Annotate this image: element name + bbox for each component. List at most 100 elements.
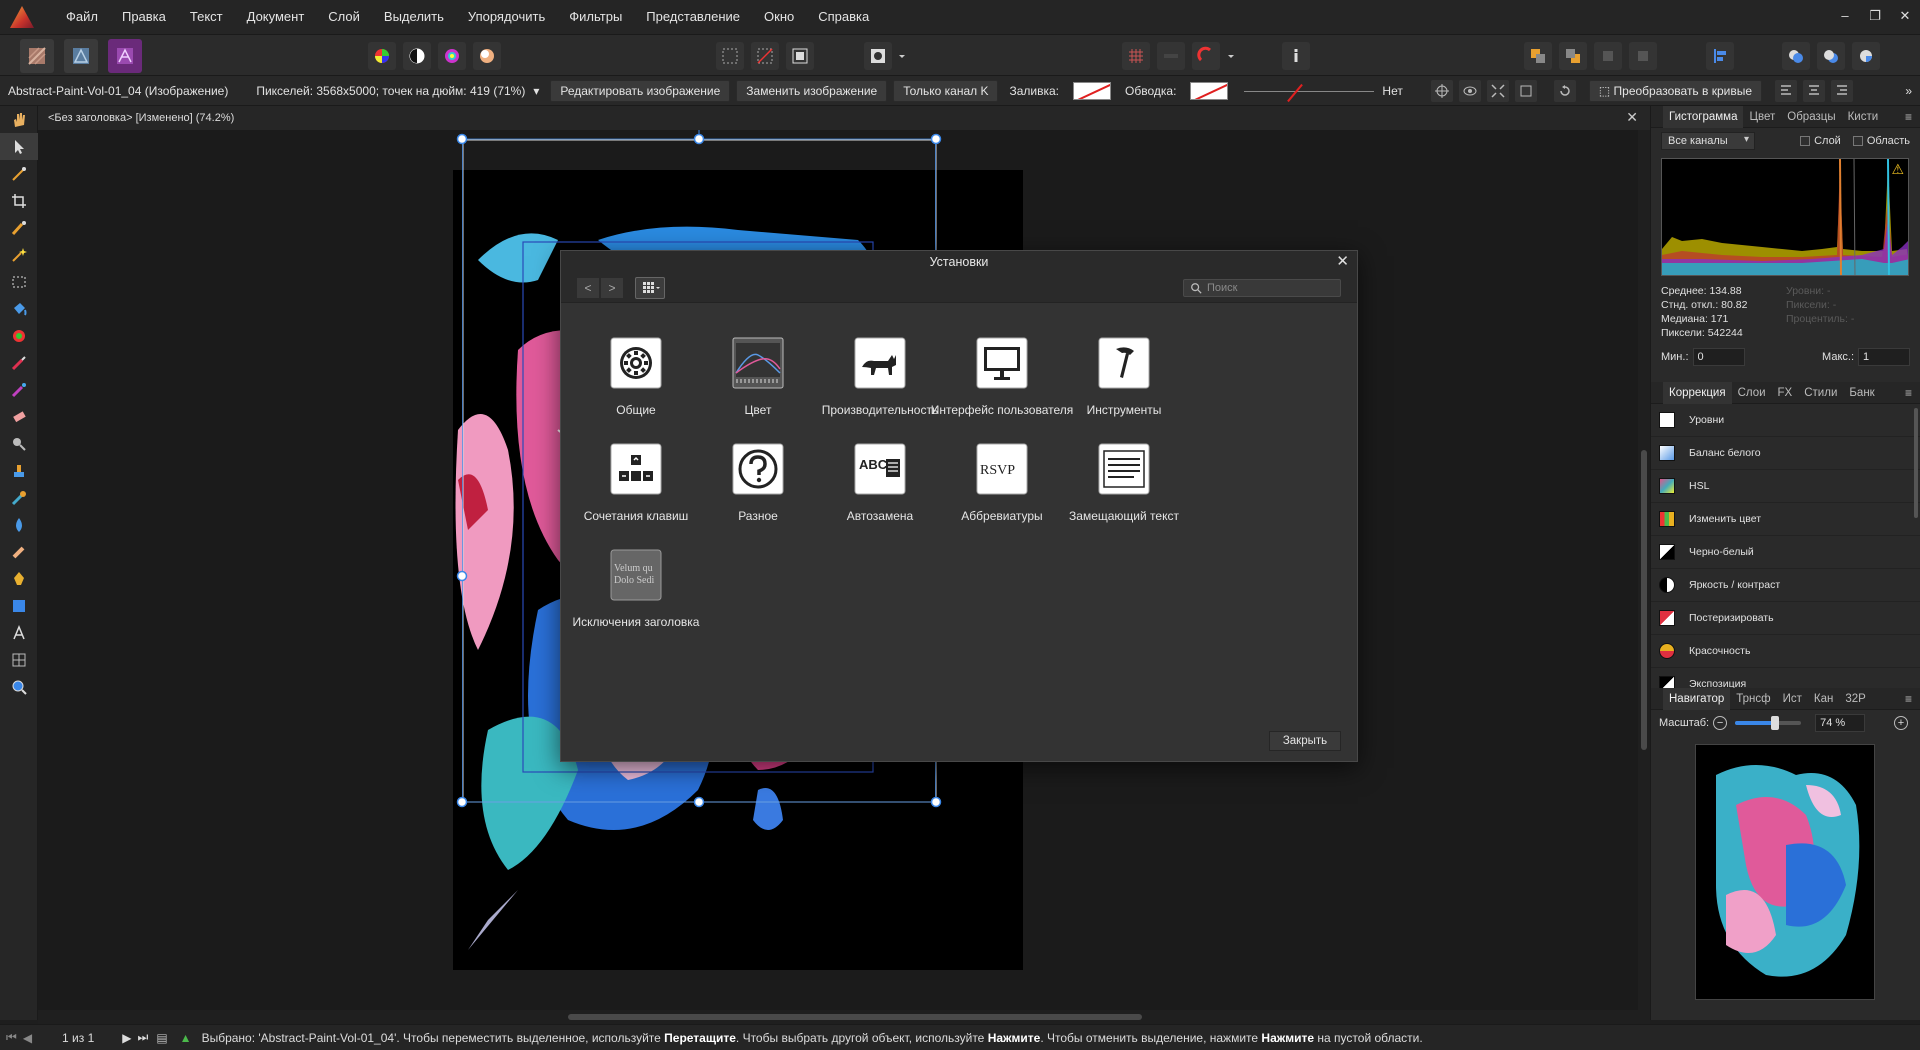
designer-persona-icon[interactable]: [20, 39, 54, 73]
menu-help[interactable]: Справка: [806, 0, 881, 34]
color-replace-icon[interactable]: [0, 376, 38, 403]
adjustment-item[interactable]: Экспозиция: [1651, 668, 1920, 688]
erase-brush-icon[interactable]: [0, 403, 38, 430]
pref-placeholder-text[interactable]: Замещающий текст: [1049, 443, 1199, 523]
last-page-icon[interactable]: ⏭: [138, 1030, 149, 1045]
adjustment-item[interactable]: Постеризировать: [1651, 602, 1920, 635]
crop-icon[interactable]: [1514, 79, 1537, 102]
deselect-icon[interactable]: [751, 42, 779, 70]
node-tool-icon[interactable]: [0, 160, 38, 187]
stroke-swatch[interactable]: [1190, 81, 1229, 100]
marquee-tool-icon[interactable]: [0, 268, 38, 295]
menu-layer[interactable]: Слой: [316, 0, 372, 34]
histogram-menu-icon[interactable]: ≡: [1905, 110, 1920, 124]
pen-tool-icon[interactable]: [0, 565, 38, 592]
document-icon[interactable]: ▤: [156, 1031, 167, 1045]
tab-stock[interactable]: Банк: [1843, 382, 1880, 404]
transform-origin-icon[interactable]: [1430, 79, 1453, 102]
dialog-close-icon[interactable]: ✕: [1336, 251, 1349, 273]
forward-button[interactable]: >: [601, 277, 623, 298]
export-persona-icon[interactable]: [108, 39, 142, 73]
layer-checkbox[interactable]: Слой: [1800, 135, 1841, 147]
panel-grip-icon[interactable]: [1651, 382, 1663, 404]
bring-front-icon[interactable]: [1594, 42, 1622, 70]
reset-icon[interactable]: [1553, 79, 1576, 102]
navigator-menu-icon[interactable]: ≡: [1905, 692, 1920, 706]
close-window-button[interactable]: ✕: [1890, 0, 1920, 34]
adjustment-item[interactable]: Баланс белого: [1651, 437, 1920, 470]
tab-color[interactable]: Цвет: [1743, 106, 1781, 128]
tab-channels[interactable]: Кан: [1808, 688, 1839, 710]
navigator-preview[interactable]: [1695, 744, 1875, 1000]
clone-tool-icon[interactable]: [0, 457, 38, 484]
blemish-tool-icon[interactable]: [0, 484, 38, 511]
replace-image-button[interactable]: Заменить изображение: [736, 79, 888, 102]
crop-tool-icon[interactable]: [0, 187, 38, 214]
menu-filters[interactable]: Фильтры: [557, 0, 634, 34]
align-left-icon[interactable]: [1775, 79, 1798, 102]
grid-view-button[interactable]: [635, 276, 665, 299]
mask-dropdown-icon[interactable]: [895, 42, 909, 70]
info-icon[interactable]: [1282, 42, 1310, 70]
zoom-slider[interactable]: [1735, 716, 1802, 730]
boolean-subtract-icon[interactable]: [1817, 42, 1845, 70]
snapping-dropdown-icon[interactable]: [1224, 42, 1238, 70]
move-tool-icon[interactable]: [0, 133, 38, 160]
prev-page-icon[interactable]: ◀: [23, 1031, 32, 1045]
k-only-button[interactable]: Только канал K: [893, 79, 999, 102]
panel-grip-icon[interactable]: [1651, 106, 1663, 128]
shape-tool-icon[interactable]: [0, 592, 38, 619]
tab-swatches[interactable]: Образцы: [1781, 106, 1841, 128]
tab-styles[interactable]: Стили: [1798, 382, 1843, 404]
boolean-intersect-icon[interactable]: [1852, 42, 1880, 70]
flood-select-icon[interactable]: [0, 241, 38, 268]
adjustment-item[interactable]: Уровни: [1651, 404, 1920, 437]
pref-title-exceptions[interactable]: Velum qu Dolo Sedi Исключения заголовка: [561, 549, 711, 629]
adjustment-scrollbar[interactable]: [1914, 408, 1918, 518]
menu-select[interactable]: Выделить: [372, 0, 456, 34]
more-options-icon[interactable]: »: [1897, 84, 1920, 98]
marquee-selection-icon[interactable]: [716, 42, 744, 70]
selection-brush-icon[interactable]: [0, 214, 38, 241]
next-page-icon[interactable]: ▶: [122, 1031, 131, 1045]
menu-view[interactable]: Представление: [634, 0, 752, 34]
fill-swatch[interactable]: [1073, 81, 1112, 100]
max-field[interactable]: [1858, 348, 1910, 366]
menu-window[interactable]: Окно: [752, 0, 806, 34]
tab-fx[interactable]: FX: [1772, 382, 1799, 404]
magnet-snapping-icon[interactable]: [1192, 42, 1220, 70]
menu-document[interactable]: Документ: [235, 0, 317, 34]
tab-navigator[interactable]: Навигатор: [1663, 687, 1731, 710]
menu-arrange[interactable]: Упорядочить: [456, 0, 557, 34]
adjustment-item[interactable]: Черно-белый: [1651, 536, 1920, 569]
horizontal-scrollbar[interactable]: [38, 1010, 1650, 1024]
pixel-persona-icon[interactable]: [64, 39, 98, 73]
mesh-warp-icon[interactable]: [0, 646, 38, 673]
channel-dropdown[interactable]: Все каналы: [1661, 132, 1755, 150]
zoom-tool-icon[interactable]: [0, 673, 38, 700]
adjustment-item[interactable]: Красочность: [1651, 635, 1920, 668]
pref-tools[interactable]: Инструменты: [1049, 337, 1199, 417]
mask-icon[interactable]: [864, 42, 892, 70]
horizontal-scroll-thumb[interactable]: [568, 1014, 1142, 1020]
tab-layers[interactable]: Слои: [1732, 382, 1772, 404]
fit-icon[interactable]: [1486, 79, 1509, 102]
tab-histogram[interactable]: Гистограмма: [1663, 105, 1744, 128]
zoom-slider-knob[interactable]: [1770, 716, 1779, 730]
dodge-tool-icon[interactable]: [0, 430, 38, 457]
color-wheel-icon[interactable]: [368, 42, 396, 70]
stroke-width-slider[interactable]: [1244, 82, 1375, 102]
document-tab[interactable]: <Без заголовка> [Изменено] (74.2%) ✕: [38, 106, 1650, 130]
tab-adjustment[interactable]: Коррекция: [1663, 381, 1732, 404]
tab-transform[interactable]: Трнсф: [1730, 688, 1776, 710]
pixel-info-dropdown-icon[interactable]: ▾: [533, 84, 547, 98]
flood-fill-icon[interactable]: [0, 295, 38, 322]
adjustment-item[interactable]: Яркость / контраст: [1651, 569, 1920, 602]
menu-edit[interactable]: Правка: [110, 0, 178, 34]
hand-tool-icon[interactable]: [0, 106, 38, 133]
boolean-add-icon[interactable]: [1782, 42, 1810, 70]
menu-text[interactable]: Текст: [178, 0, 235, 34]
panel-grip-icon[interactable]: [1651, 688, 1663, 710]
min-field[interactable]: [1692, 348, 1745, 366]
blur-tool-icon[interactable]: [0, 511, 38, 538]
